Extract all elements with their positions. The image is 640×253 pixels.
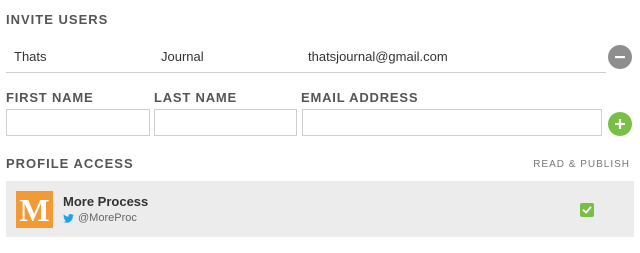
minus-icon	[615, 56, 625, 59]
profile-handle-line: @MoreProc	[63, 212, 137, 224]
invited-last-name: Journal	[161, 49, 204, 64]
checkmark-icon	[582, 206, 592, 214]
read-publish-column-label: READ & PUBLISH	[533, 159, 630, 170]
email-input[interactable]	[302, 109, 602, 136]
read-publish-checkbox[interactable]	[580, 203, 594, 217]
email-label: EMAIL ADDRESS	[301, 90, 419, 105]
remove-user-button[interactable]	[608, 45, 632, 69]
twitter-icon	[63, 213, 74, 223]
add-user-button[interactable]	[608, 112, 632, 136]
avatar-letter: M	[19, 191, 50, 228]
invite-users-title: INVITE USERS	[6, 12, 109, 27]
first-name-input[interactable]	[6, 109, 150, 136]
invited-email: thatsjournal@gmail.com	[308, 49, 448, 64]
invited-first-name: Thats	[14, 49, 47, 64]
last-name-input[interactable]	[154, 109, 297, 136]
avatar: M	[16, 191, 53, 228]
profile-row: M More Process @MoreProc	[6, 181, 634, 237]
profile-handle: @MoreProc	[78, 212, 137, 224]
last-name-label: LAST NAME	[154, 90, 238, 105]
profile-name: More Process	[63, 194, 149, 209]
invite-users-panel: INVITE USERS Thats Journal thatsjournal@…	[0, 0, 640, 253]
first-name-label: FIRST NAME	[6, 90, 94, 105]
profile-access-title: PROFILE ACCESS	[6, 156, 134, 171]
invited-user-row: Thats Journal thatsjournal@gmail.com	[6, 40, 606, 73]
plus-icon	[615, 119, 625, 129]
